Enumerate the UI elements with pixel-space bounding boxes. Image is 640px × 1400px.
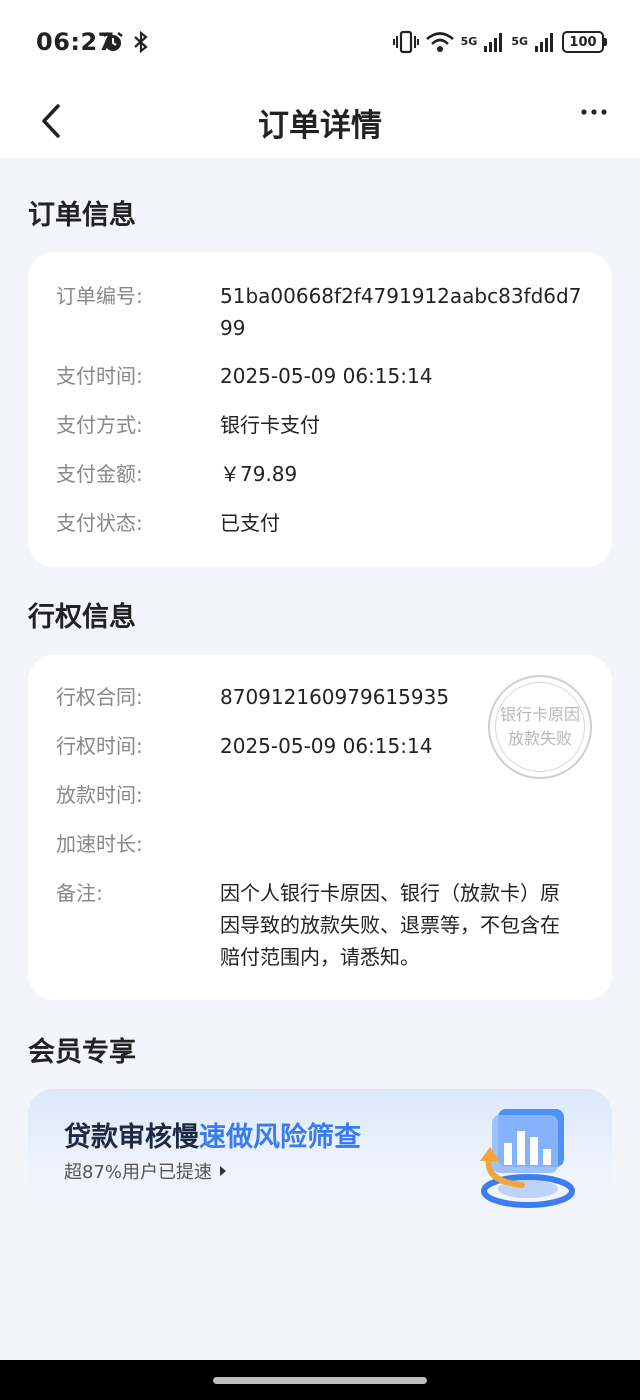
- remark-row: 备注: 因个人银行卡原因、银行（放款卡）原因导致的放款失败、退票等，不包含在赔付…: [56, 877, 584, 973]
- exercise-time-label: 行权时间:: [56, 734, 143, 758]
- pay-amount-value: ￥79.89: [220, 462, 298, 486]
- promo-title-blue: 速做风险筛查: [199, 1122, 361, 1153]
- pay-status-row: 支付状态: 已支付: [56, 507, 584, 539]
- pay-time-label: 支付时间:: [56, 364, 143, 388]
- order-number-row: 订单编号: 51ba00668f2f4791912aabc83fd6d799: [56, 280, 584, 344]
- stamp-line-1: 银行卡原因: [499, 705, 580, 724]
- signal-icon-2: [535, 33, 553, 52]
- network-type-1: 5G: [460, 35, 478, 48]
- more-dots-icon[interactable]: [574, 100, 614, 140]
- promo-subtitle-text: 超87%用户已提速: [64, 1162, 213, 1183]
- pay-status-label: 支付状态:: [56, 511, 143, 535]
- status-right-icons: 5G 5G 100: [392, 30, 607, 54]
- status-left-icons: [102, 30, 150, 54]
- stamp-line-2: 放款失败: [507, 729, 572, 748]
- order-number-label: 订单编号:: [56, 284, 143, 308]
- risk-check-promo-banner[interactable]: 贷款审核慢速做风险筛查 超87%用户已提速: [28, 1089, 612, 1229]
- failure-stamp: 银行卡原因 放款失败: [488, 675, 592, 779]
- pay-method-row: 支付方式: 银行卡支付: [56, 409, 584, 441]
- pay-method-value: 银行卡支付: [220, 413, 320, 437]
- member-section-title: 会员专享: [28, 1037, 136, 1068]
- right-section-title: 行权信息: [28, 602, 136, 633]
- wifi-icon: [425, 32, 454, 52]
- alarm-icon: [103, 32, 123, 51]
- remark-label: 备注:: [56, 881, 103, 905]
- speedup-value: [220, 828, 584, 860]
- pay-method-label: 支付方式:: [56, 413, 143, 437]
- remark-value: 因个人银行卡原因、银行（放款卡）原因导致的放款失败、退票等，不包含在赔付范围内，…: [220, 881, 560, 969]
- order-section-title: 订单信息: [28, 200, 136, 231]
- right-info-card: 行权合同: 870912160979615935 行权时间: 2025-05-0…: [28, 655, 612, 1000]
- pay-time-value: 2025-05-09 06:15:14: [220, 364, 433, 388]
- pay-time-row: 支付时间: 2025-05-09 06:15:14: [56, 360, 584, 392]
- network-type-2: 5G: [511, 35, 528, 48]
- loan-time-row: 放款时间:: [56, 779, 584, 811]
- battery-icon: 100: [562, 31, 607, 53]
- triangle-right-icon: [220, 1166, 227, 1176]
- loan-time-label: 放款时间:: [56, 783, 143, 807]
- bluetooth-icon: [134, 30, 148, 54]
- promo-title: 贷款审核慢速做风险筛查: [64, 1115, 361, 1154]
- order-number-value: 51ba00668f2f4791912aabc83fd6d799: [220, 284, 582, 340]
- stamp-inner: 银行卡原因 放款失败: [495, 682, 585, 772]
- pay-amount-label: 支付金额:: [56, 462, 143, 486]
- vibrate-icon: [392, 30, 419, 54]
- page-title: 订单详情: [258, 108, 382, 144]
- pay-amount-row: 支付金额: ￥79.89: [56, 458, 584, 490]
- speedup-label: 加速时长:: [56, 832, 143, 856]
- signal-icon-1: [484, 33, 503, 52]
- promo-title-dark: 贷款审核慢: [64, 1122, 199, 1153]
- contract-label: 行权合同:: [56, 685, 143, 709]
- home-indicator-area: [0, 1360, 640, 1400]
- status-bar: 06:27 5G 5G 100: [0, 0, 640, 86]
- promo-subtitle: 超87%用户已提速: [64, 1158, 228, 1184]
- home-bar[interactable]: [213, 1377, 427, 1384]
- nav-bar: 订单详情: [0, 86, 640, 158]
- loan-time-value: [220, 779, 584, 811]
- pay-status-value: 已支付: [220, 511, 280, 535]
- speedup-row: 加速时长:: [56, 828, 584, 860]
- order-info-card: 订单编号: 51ba00668f2f4791912aabc83fd6d799 支…: [28, 252, 612, 567]
- chart-speedup-icon: [480, 1109, 575, 1208]
